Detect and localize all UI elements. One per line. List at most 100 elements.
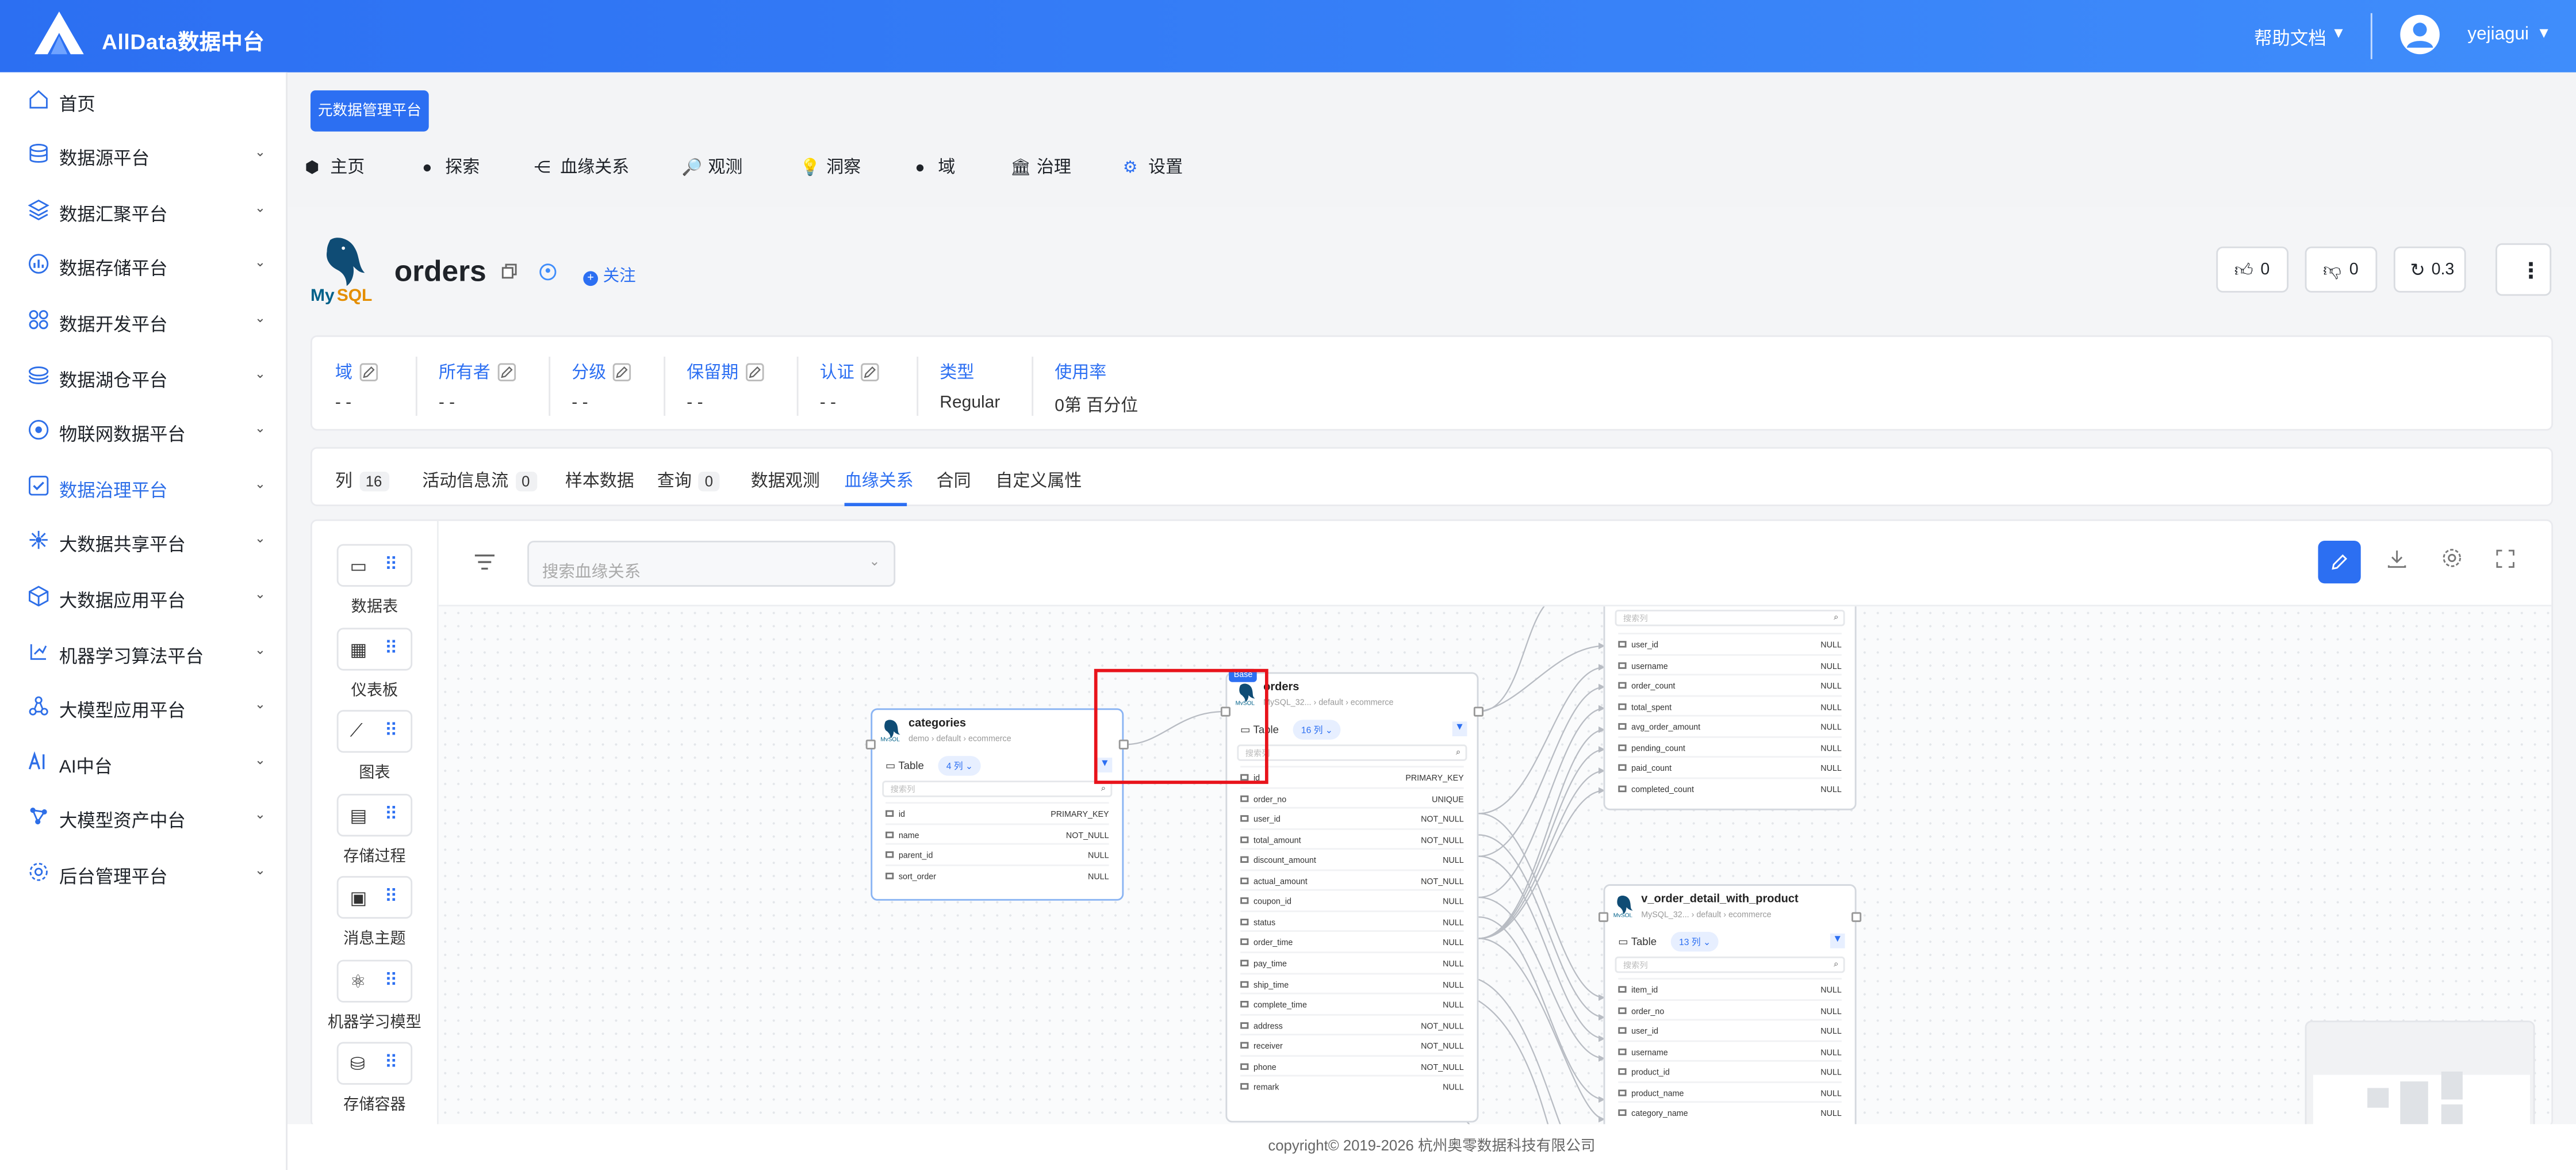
column-search-input[interactable]: 搜索列 ⌕ (1615, 610, 1845, 626)
nav-item-8[interactable]: ⚙ 设置 (1122, 155, 1183, 188)
column-search-input[interactable]: 搜索列 ⌕ (1237, 744, 1467, 761)
tab-6[interactable]: 血缘关系 (845, 468, 914, 493)
column-count-dropdown[interactable]: 13 列 ⌄ (1670, 932, 1719, 952)
node-port[interactable] (865, 739, 876, 750)
node-filter-icon[interactable]: ▼ (1830, 933, 1845, 949)
palette-box[interactable]: ⛁ ⠿ (336, 1042, 413, 1085)
table-row[interactable]: order_time NULL (1240, 931, 1464, 951)
table-row[interactable]: user_id NULL (1618, 1019, 1842, 1040)
sidebar-item-12[interactable]: 大模型应用平台 ⌄ (0, 680, 288, 733)
table-row[interactable]: phone NOT_NULL (1240, 1054, 1464, 1075)
table-row[interactable]: coupon_id NULL (1240, 889, 1464, 911)
sidebar-item-15[interactable]: 后台管理平台 ⌄ (0, 846, 288, 898)
table-row[interactable]: order_no NULL (1618, 998, 1842, 1019)
nav-item-4[interactable]: 🔎 观测 (682, 155, 743, 188)
nav-item-1[interactable]: ⬢ 主页 (304, 155, 365, 188)
user-caret-icon[interactable]: ▼ (2536, 25, 2551, 41)
dislike-button[interactable]: 👎︎ 0 (2305, 246, 2378, 293)
tab-2[interactable]: 活动信息流 0 (422, 468, 536, 493)
column-search-input[interactable]: 搜索列 ⌕ (1615, 956, 1845, 973)
table-row[interactable]: actual_amount NOT_NULL (1240, 869, 1464, 890)
table-row[interactable]: complete_time NULL (1240, 992, 1464, 1014)
sidebar-item-5[interactable]: 数据开发平台 ⌄ (0, 294, 288, 346)
table-row[interactable]: product_id NULL (1618, 1060, 1842, 1081)
edit-icon[interactable] (497, 363, 515, 381)
column-search-input[interactable]: 搜索列 ⌕ (882, 781, 1113, 797)
palette-box[interactable]: ⚛ ⠿ (336, 959, 413, 1002)
drag-handle-icon[interactable]: ⠿ (385, 720, 398, 741)
sidebar-item-6[interactable]: 数据湖仓平台 ⌄ (0, 349, 288, 402)
drag-handle-icon[interactable]: ⠿ (385, 637, 398, 658)
node-categories[interactable]: MySQL categories demo › default › ecomme… (871, 708, 1124, 901)
drag-handle-icon[interactable]: ⠿ (385, 969, 398, 990)
avatar[interactable] (2400, 14, 2440, 55)
node-user-summary[interactable]: 搜索列 ⌕ user_id NULL username NULL order_count N… (1603, 606, 1857, 810)
tab-3[interactable]: 样本数据 (565, 468, 634, 493)
column-count-dropdown[interactable]: 16 列 ⌄ (1293, 720, 1341, 740)
download-icon[interactable] (2382, 547, 2412, 576)
table-row[interactable]: name NOT_NULL (885, 823, 1109, 843)
more-button[interactable]: ⋮ (2496, 243, 2552, 296)
copy-icon[interactable] (498, 263, 521, 286)
node-filter-icon[interactable]: ▼ (1452, 721, 1467, 736)
sidebar-item-9[interactable]: 大数据共享平台 ⌄ (0, 515, 288, 567)
palette-box[interactable]: ▦ ⠿ (336, 627, 413, 670)
palette-box[interactable]: ⟋ ⠿ (336, 710, 413, 753)
table-row[interactable]: order_count NULL (1618, 674, 1842, 695)
sidebar-item-4[interactable]: 数据存储平台 ⌄ (0, 239, 288, 291)
drag-handle-icon[interactable]: ⠿ (385, 803, 398, 824)
help-docs-link[interactable]: 帮助文档 (2254, 25, 2326, 51)
nav-item-5[interactable]: 💡 洞察 (800, 155, 861, 188)
table-row[interactable]: order_no UNIQUE (1240, 786, 1464, 807)
tab-8[interactable]: 自定义属性 (995, 468, 1082, 493)
node-port[interactable] (1851, 912, 1862, 922)
table-row[interactable]: pay_time NULL (1240, 951, 1464, 972)
edit-button[interactable] (2318, 541, 2361, 584)
user-name[interactable]: yejiagui (2467, 25, 2529, 44)
table-row[interactable]: sort_order NULL (885, 863, 1109, 885)
sidebar-item-7[interactable]: 物联网数据平台 ⌄ (0, 404, 288, 457)
table-row[interactable]: avg_order_amount NULL (1618, 715, 1842, 736)
column-count-dropdown[interactable]: 4 列 ⌄ (938, 756, 982, 776)
nav-item-2[interactable]: ● 探索 (419, 155, 480, 188)
edit-icon[interactable] (745, 363, 764, 381)
location-icon[interactable] (535, 263, 558, 286)
edit-icon[interactable] (612, 363, 631, 381)
sidebar-item-8[interactable]: 数据治理平台 ⌄ (0, 460, 288, 512)
table-row[interactable]: user_id NOT_NULL (1240, 807, 1464, 828)
node-v-order-detail[interactable]: MySQL v_order_detail_with_product MySQL_… (1603, 884, 1857, 1126)
tab-7[interactable]: 合同 (937, 468, 971, 493)
palette-box[interactable]: ▣ ⠿ (336, 875, 413, 919)
lineage-canvas[interactable]: 搜索列 ⌕ user_id NULL username NULL order_count N… (438, 606, 2552, 1126)
table-row[interactable]: username NULL (1618, 1039, 1842, 1061)
minimap[interactable] (2305, 1020, 2535, 1126)
node-port[interactable] (1598, 912, 1609, 922)
table-row[interactable]: address NOT_NULL (1240, 1013, 1464, 1034)
sidebar-item-11[interactable]: 机器学习算法平台 ⌄ (0, 625, 288, 678)
table-row[interactable]: pending_count NULL (1618, 736, 1842, 756)
sidebar-item-13[interactable]: AI中台 ⌄ (0, 736, 288, 788)
sidebar-item-3[interactable]: 数据汇聚平台 ⌄ (0, 183, 288, 236)
table-row[interactable]: ship_time NULL (1240, 972, 1464, 993)
table-row[interactable]: completed_count NULL (1618, 777, 1842, 798)
table-row[interactable]: username NULL (1618, 653, 1842, 674)
sidebar-item-1[interactable]: 首页 (0, 73, 288, 125)
table-row[interactable]: status NULL (1240, 910, 1464, 931)
sidebar-item-2[interactable]: 数据源平台 ⌄ (0, 128, 288, 181)
tab-1[interactable]: 列 16 (335, 468, 389, 493)
fullscreen-icon[interactable] (2490, 547, 2520, 576)
table-row[interactable]: item_id NULL (1618, 978, 1842, 999)
tab-5[interactable]: 数据观测 (751, 468, 820, 493)
palette-box[interactable]: ▭ ⠿ (336, 544, 413, 587)
sidebar-item-10[interactable]: 大数据应用平台 ⌄ (0, 570, 288, 622)
table-row[interactable]: total_spent NULL (1618, 694, 1842, 716)
table-row[interactable]: paid_count NULL (1618, 756, 1842, 777)
table-row[interactable]: category_name NULL (1618, 1102, 1842, 1122)
edit-icon[interactable] (359, 363, 377, 381)
palette-box[interactable]: ▤ ⠿ (336, 793, 413, 836)
node-port[interactable] (1473, 706, 1483, 717)
help-caret-icon[interactable]: ▼ (2331, 25, 2345, 41)
drag-handle-icon[interactable]: ⠿ (385, 886, 398, 907)
table-row[interactable]: id PRIMARY_KEY (885, 802, 1109, 823)
table-row[interactable]: user_id NULL (1618, 633, 1842, 653)
